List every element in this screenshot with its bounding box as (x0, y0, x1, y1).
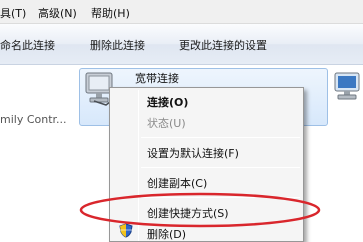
menu-item-connect[interactable]: 连接(O) (147, 94, 188, 110)
menu-tools[interactable]: 具(T) (0, 5, 26, 21)
delete-connection-button[interactable]: 删除此连接 (90, 37, 145, 53)
connection-title: 宽带连接 (135, 72, 179, 85)
network-computer-icon (333, 71, 363, 108)
family-controls-label[interactable]: mily Contr... (0, 113, 67, 126)
menu-gutter (138, 90, 139, 241)
menu-item-set-default[interactable]: 设置为默认连接(F) (147, 145, 239, 161)
menu-help[interactable]: 帮助(H) (91, 5, 130, 21)
menu-item-create-copy[interactable]: 创建副本(C) (147, 175, 207, 191)
menu-advanced[interactable]: 高级(N) (38, 5, 77, 21)
rename-connection-button[interactable]: 命名此连接 (0, 37, 55, 53)
menu-separator (141, 167, 300, 168)
menu-item-status: 状态(U) (147, 117, 186, 130)
menu-separator (141, 137, 300, 138)
command-toolbar: 命名此连接 删除此连接 更改此连接的设置 (0, 24, 363, 65)
change-connection-settings-button[interactable]: 更改此连接的设置 (179, 37, 267, 53)
menu-item-create-shortcut[interactable]: 创建快捷方式(S) (147, 205, 229, 221)
context-menu: 连接(O) 状态(U) 设置为默认连接(F) 创建副本(C) 创建快捷方式(S)… (109, 87, 304, 242)
menu-item-delete[interactable]: 删除(D) (147, 226, 186, 242)
uac-shield-icon (119, 223, 133, 241)
menu-bar: 具(T) 高级(N) 帮助(H) (0, 0, 363, 24)
menu-separator (141, 197, 300, 198)
